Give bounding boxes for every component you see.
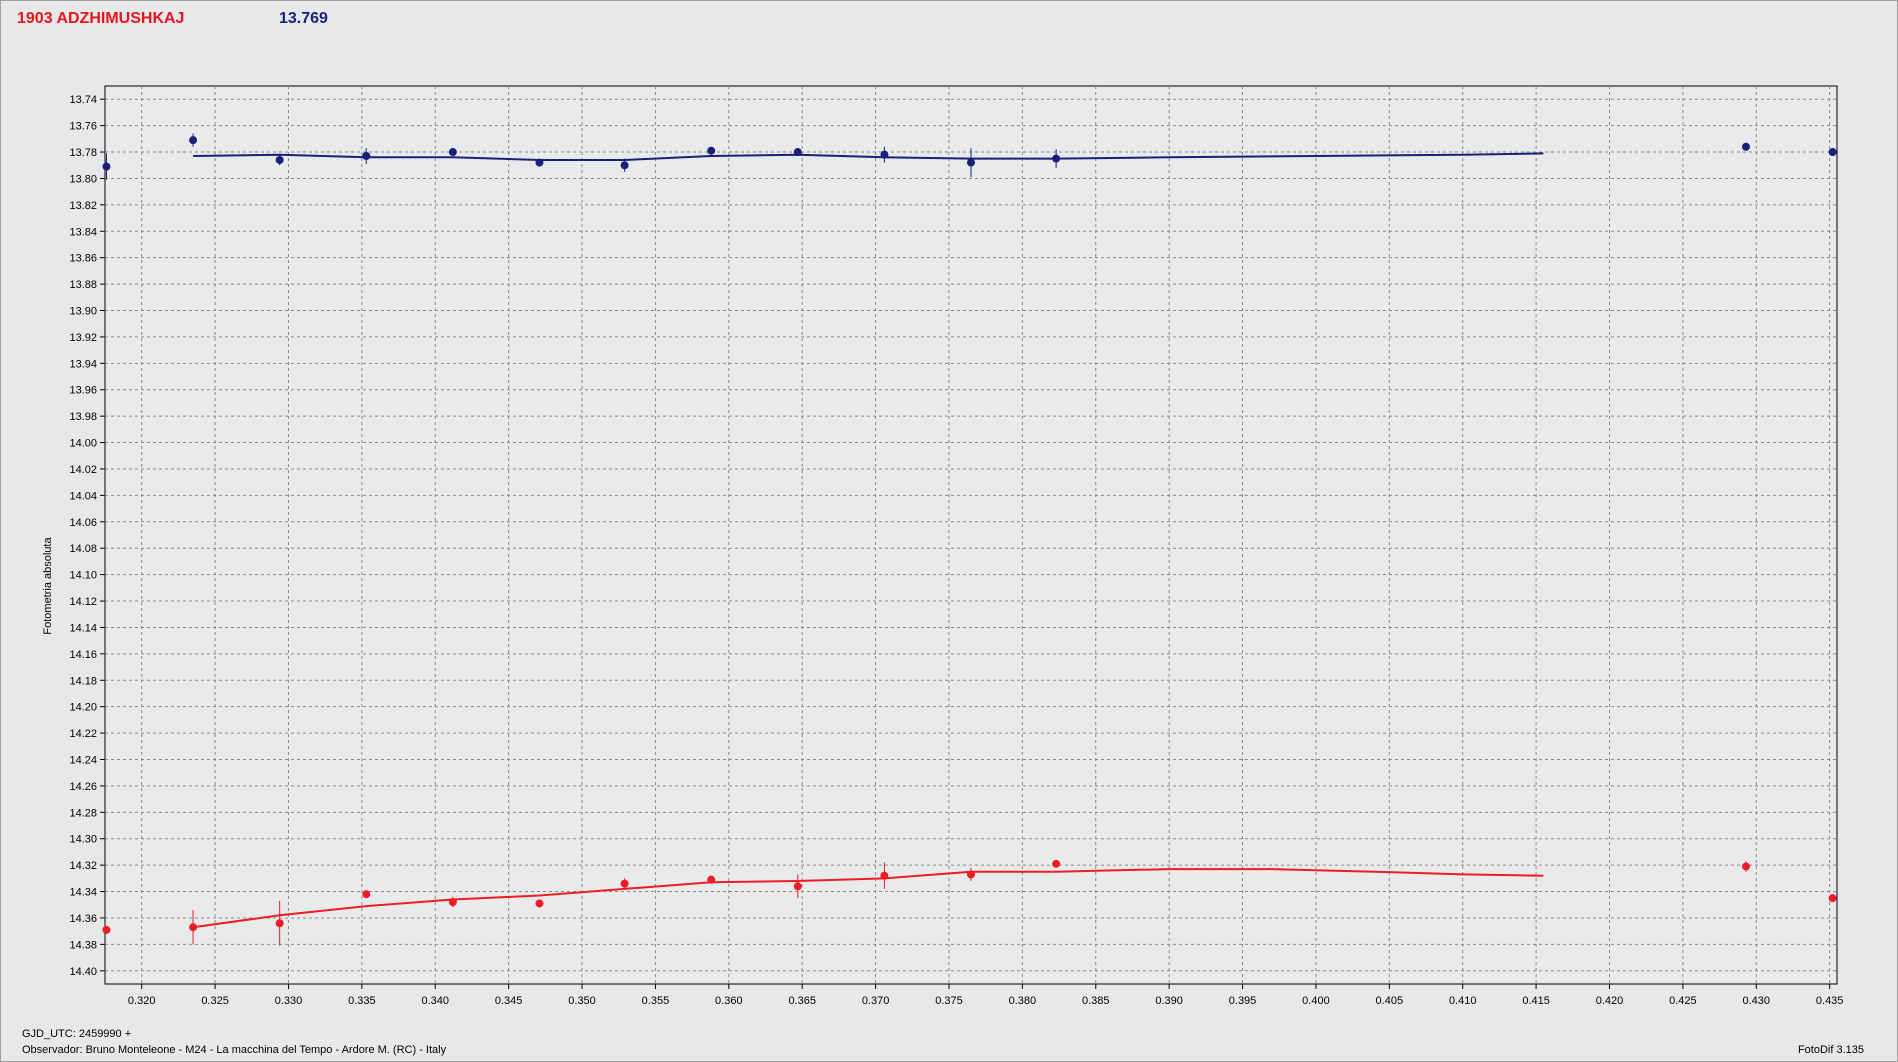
data-point [362, 890, 371, 899]
data-point [362, 151, 371, 160]
data-point [189, 923, 198, 932]
data-point [793, 882, 802, 891]
x-tick-label: 0.325 [201, 995, 229, 1007]
x-tick-label: 0.400 [1302, 995, 1330, 1007]
y-tick-label: 14.30 [69, 834, 97, 846]
y-tick-label: 13.80 [69, 173, 97, 185]
y-tick-label: 14.12 [69, 596, 97, 608]
data-point [793, 148, 802, 157]
x-tick-label: 0.360 [715, 995, 743, 1007]
data-point [967, 158, 975, 167]
data-point [1828, 148, 1837, 157]
y-tick-label: 13.84 [69, 226, 97, 238]
y-tick-label: 14.22 [69, 728, 97, 740]
data-point [189, 136, 198, 145]
data-point [102, 162, 111, 171]
x-tick-label: 0.420 [1596, 995, 1624, 1007]
x-tick-label: 0.355 [642, 995, 670, 1007]
data-point [275, 155, 284, 164]
data-point [275, 919, 284, 928]
data-point [448, 898, 457, 907]
y-tick-label: 14.04 [69, 490, 97, 502]
x-tick-label: 0.320 [128, 995, 156, 1007]
y-tick-label: 14.08 [69, 543, 97, 555]
data-point [880, 150, 889, 159]
y-tick-label: 14.16 [69, 649, 97, 661]
x-tick-label: 0.410 [1449, 995, 1477, 1007]
data-point [448, 148, 457, 157]
x-tick-label: 0.430 [1743, 995, 1771, 1007]
x-tick-label: 0.330 [275, 995, 303, 1007]
light-curve-chart: 0.320 0.325 0.330 0.335 0.340 0.345 0.350 0.355… [69, 85, 1844, 1007]
x-tick-label: 0.415 [1522, 995, 1550, 1007]
gjd-reference: GJD_UTC: 2459990 + [22, 1028, 132, 1040]
y-tick-label: 13.94 [69, 358, 97, 370]
data-point [1741, 142, 1750, 151]
plot-area [104, 85, 1838, 985]
y-tick-label: 14.18 [69, 675, 97, 687]
y-tick-label: 13.96 [69, 385, 97, 397]
data-point [1828, 894, 1837, 903]
x-tick-label: 0.385 [1082, 995, 1110, 1007]
y-tick-label: 13.82 [69, 200, 97, 212]
data-point [620, 161, 629, 170]
y-tick-label: 13.74 [69, 94, 97, 106]
y-tick-label: 14.36 [69, 913, 97, 925]
software-version: FotoDif 3.135 [1797, 1044, 1864, 1056]
observer-info: Observador: Bruno Monteleone - M24 - La … [22, 1044, 447, 1056]
y-tick-label: 14.40 [69, 966, 97, 978]
data-point [102, 925, 111, 934]
data-point [707, 875, 716, 884]
y-tick-label: 14.28 [69, 807, 97, 819]
y-tick-label: 14.06 [69, 517, 97, 529]
x-tick-label: 0.390 [1155, 995, 1183, 1007]
data-point [880, 871, 889, 880]
data-point [620, 879, 629, 888]
y-tick-label: 14.24 [69, 755, 97, 767]
y-tick-label: 13.86 [69, 253, 97, 265]
data-point [1741, 862, 1750, 871]
x-tick-label: 0.370 [862, 995, 890, 1007]
x-tick-label: 0.435 [1816, 995, 1844, 1007]
data-point [535, 899, 544, 908]
y-tick-label: 13.88 [69, 279, 97, 291]
y-tick-label: 13.78 [69, 147, 97, 159]
data-point [707, 146, 716, 155]
y-tick-label: 14.00 [69, 438, 97, 450]
y-tick-label: 13.90 [69, 306, 97, 318]
x-tick-label: 0.395 [1229, 995, 1257, 1007]
y-tick-label: 14.10 [69, 570, 97, 582]
y-tick-label: 14.32 [69, 860, 97, 872]
x-tick-label: 0.405 [1376, 995, 1404, 1007]
data-point [1052, 154, 1061, 163]
x-tick-label: 0.365 [788, 995, 816, 1007]
y-tick-label: 14.34 [69, 887, 97, 899]
y-tick-label: 13.76 [69, 121, 97, 133]
y-tick-label: 14.20 [69, 702, 97, 714]
x-tick-label: 0.340 [421, 995, 449, 1007]
y-tick-label: 14.14 [69, 622, 97, 634]
data-point [1052, 859, 1061, 868]
y-tick-label: 14.38 [69, 939, 97, 951]
data-point [967, 870, 975, 879]
y-tick-label: 14.02 [69, 464, 97, 476]
x-tick-label: 0.375 [935, 995, 963, 1007]
y-tick-label: 13.98 [69, 411, 97, 423]
y-tick-label: 14.26 [69, 781, 97, 793]
x-tick-label: 0.425 [1669, 995, 1697, 1007]
y-axis-label: Fotometria absoluta [42, 537, 54, 635]
x-tick-label: 0.380 [1009, 995, 1037, 1007]
data-point [535, 158, 544, 167]
x-tick-label: 0.345 [495, 995, 523, 1007]
x-tick-label: 0.335 [348, 995, 376, 1007]
y-tick-label: 13.92 [69, 332, 97, 344]
x-tick-label: 0.350 [568, 995, 596, 1007]
